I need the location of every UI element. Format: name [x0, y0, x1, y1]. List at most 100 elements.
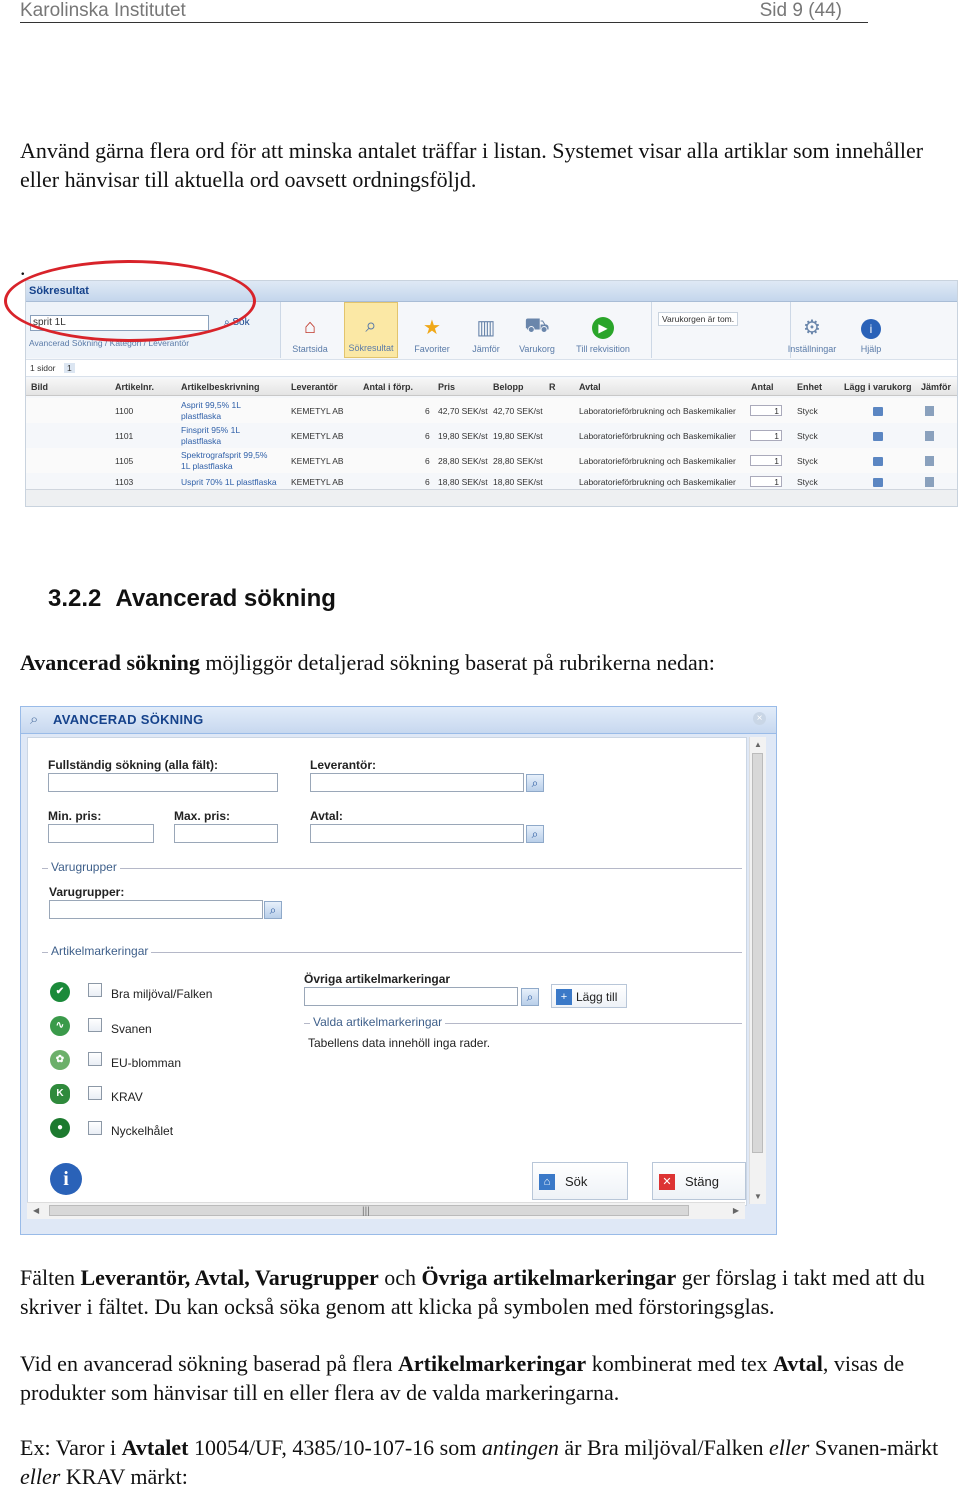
add-to-cart-icon[interactable] [873, 407, 883, 416]
info-icon[interactable]: i [50, 1163, 82, 1195]
article-number: 1103 [115, 477, 134, 487]
horizontal-scrollbar[interactable]: ◀ ||| ▶ [27, 1202, 745, 1219]
agreement: Laboratorieförbrukning och Baskemikalier [579, 431, 736, 441]
table-row[interactable]: 1100 Asprit 99,5% 1L plastflaska KEMETYL… [26, 398, 957, 423]
pack-count: 6 [425, 431, 430, 441]
groups-search-icon[interactable]: ⌕ [264, 901, 282, 919]
column-header[interactable]: Jämför [921, 382, 951, 392]
agreement-field[interactable] [310, 824, 524, 843]
search-home-icon: ⌂ [539, 1174, 555, 1190]
add-marking-button[interactable]: + Lägg till [551, 984, 627, 1008]
toolbar-sokresultat[interactable]: ⌕ Sökresultat [344, 302, 398, 358]
toolbar-label: Favoriter [414, 344, 450, 354]
pack-count: 6 [425, 456, 430, 466]
toolbar-favoriter[interactable]: ★ Favoriter [410, 302, 454, 358]
min-price-field[interactable] [48, 824, 154, 843]
close-button[interactable]: ✕ Stäng [652, 1162, 746, 1200]
toolbar-label: Till rekvisition [576, 344, 630, 354]
vertical-scroll-thumb[interactable] [752, 753, 763, 1153]
supplier-label: Leverantör: [310, 758, 377, 772]
toolbar-till-rekvisition[interactable]: ▶ Till rekvisition [571, 302, 635, 358]
add-to-cart-icon[interactable] [873, 457, 883, 466]
other-markings-label: Övriga artikelmarkeringar [304, 972, 451, 986]
scroll-down-icon[interactable]: ▼ [754, 1192, 762, 1201]
article-description[interactable]: Asprit 99,5% 1L plastflaska [181, 400, 256, 422]
column-header[interactable]: Artikelnr. [115, 382, 154, 392]
results-table-body: 1100 Asprit 99,5% 1L plastflaska KEMETYL… [26, 396, 957, 491]
search-button[interactable]: ⌂ Sök [532, 1162, 628, 1200]
dialog-titlebar: ⌕ AVANCERAD SÖKNING × [21, 707, 776, 734]
section-heading: 3.2.2 Avancerad sökning [48, 585, 336, 613]
groups-field[interactable] [49, 900, 263, 919]
results-table-header: Bild Artikelnr. Artikelbeskrivning Lever… [26, 379, 957, 396]
compare-icon[interactable] [925, 431, 934, 441]
quantity-input[interactable]: 1 [750, 476, 782, 487]
intro-paragraph: Använd gärna flera ord för att minska an… [20, 138, 924, 192]
amount: 42,70 SEK/st [493, 406, 543, 416]
column-header[interactable]: Leverantör [291, 382, 338, 392]
table-row[interactable]: 1105 Spektrografsprit 99,5% 1L plastflas… [26, 448, 957, 473]
krav-label: KRAV [111, 1090, 143, 1104]
scroll-left-icon[interactable]: ◀ [33, 1206, 39, 1215]
highlight-circle [4, 260, 256, 342]
close-icon[interactable]: × [753, 712, 766, 725]
add-to-cart-icon[interactable] [873, 432, 883, 441]
full-search-field[interactable] [48, 773, 278, 792]
krav-checkbox[interactable] [88, 1086, 102, 1100]
add-to-cart-icon[interactable] [873, 478, 883, 487]
article-description[interactable]: Finsprit 95% 1L plastflaska [181, 425, 256, 447]
vertical-scrollbar[interactable]: ▲ ▼ [749, 737, 766, 1204]
column-header[interactable]: Avtal [579, 382, 601, 392]
quantity-input[interactable]: 1 [750, 455, 782, 466]
column-header[interactable]: R [549, 382, 556, 392]
other-markings-field[interactable] [304, 987, 518, 1006]
keyhole-checkbox[interactable] [88, 1121, 102, 1135]
magnifier-icon: ⌕ [365, 314, 377, 337]
column-header[interactable]: Lägg i varukorg [844, 382, 912, 392]
dialog-body: Fullständig sökning (alla fält): Leveran… [27, 737, 747, 1206]
column-header[interactable]: Bild [31, 382, 48, 392]
scroll-up-icon[interactable]: ▲ [754, 740, 762, 749]
selected-markings-legend: Valda artikelmarkeringar [310, 1015, 446, 1029]
play-icon: ▶ [592, 317, 614, 339]
institution-name: Karolinska Institutet [20, 0, 186, 21]
toolbar-hjalp[interactable]: i Hjälp [854, 302, 888, 358]
column-header[interactable]: Antal [751, 382, 774, 392]
column-header[interactable]: Belopp [493, 382, 524, 392]
svanen-checkbox[interactable] [88, 1018, 102, 1032]
supplier: KEMETYL AB [291, 477, 344, 487]
quantity-input[interactable]: 1 [750, 430, 782, 441]
falken-icon: ✔ [50, 982, 70, 1002]
compare-icon[interactable] [925, 456, 934, 466]
add-marking-label: Lägg till [576, 990, 618, 1004]
falken-checkbox[interactable] [88, 983, 102, 997]
supplier-search-icon[interactable]: ⌕ [526, 774, 544, 792]
article-description[interactable]: Spektrografsprit 99,5% 1L plastflaska [181, 450, 276, 472]
page-link[interactable]: 1 [64, 363, 75, 373]
toolbar-installningar[interactable]: ⚙ Inställningar [784, 302, 840, 358]
text-run-bold: Leverantör, Avtal, Varugrupper [80, 1265, 379, 1290]
agreement-search-icon[interactable]: ⌕ [526, 825, 544, 843]
column-header[interactable]: Antal i förp. [363, 382, 413, 392]
advanced-intro-text: möjliggör detaljerad sökning baserat på … [199, 650, 715, 675]
compare-icon[interactable] [925, 477, 934, 487]
table-row[interactable]: 1101 Finsprit 95% 1L plastflaska KEMETYL… [26, 423, 957, 448]
column-header[interactable]: Pris [438, 382, 455, 392]
text-run-bold: Avtalet [121, 1435, 189, 1460]
amount: 28,80 SEK/st [493, 456, 543, 466]
column-header[interactable]: Artikelbeskrivning [181, 382, 260, 392]
toolbar-startsida[interactable]: ⌂ Startsida [288, 302, 332, 358]
toolbar-jamfor[interactable]: ▥ Jämför [466, 302, 506, 358]
max-price-field[interactable] [174, 824, 278, 843]
article-description[interactable]: Usprit 70% 1L plastflaska [181, 477, 301, 488]
other-markings-search-icon[interactable]: ⌕ [521, 988, 539, 1006]
eu-flower-checkbox[interactable] [88, 1052, 102, 1066]
compare-icon[interactable] [925, 406, 934, 416]
column-header[interactable]: Enhet [797, 382, 822, 392]
horizontal-scroll-thumb[interactable]: ||| [49, 1205, 689, 1217]
quantity-input[interactable]: 1 [750, 405, 782, 416]
supplier-field[interactable] [310, 773, 524, 792]
scroll-right-icon[interactable]: ▶ [733, 1206, 739, 1215]
cart-icon: ⛟ [524, 314, 550, 337]
toolbar-varukorg[interactable]: ⛟ Varukorg [516, 302, 558, 358]
